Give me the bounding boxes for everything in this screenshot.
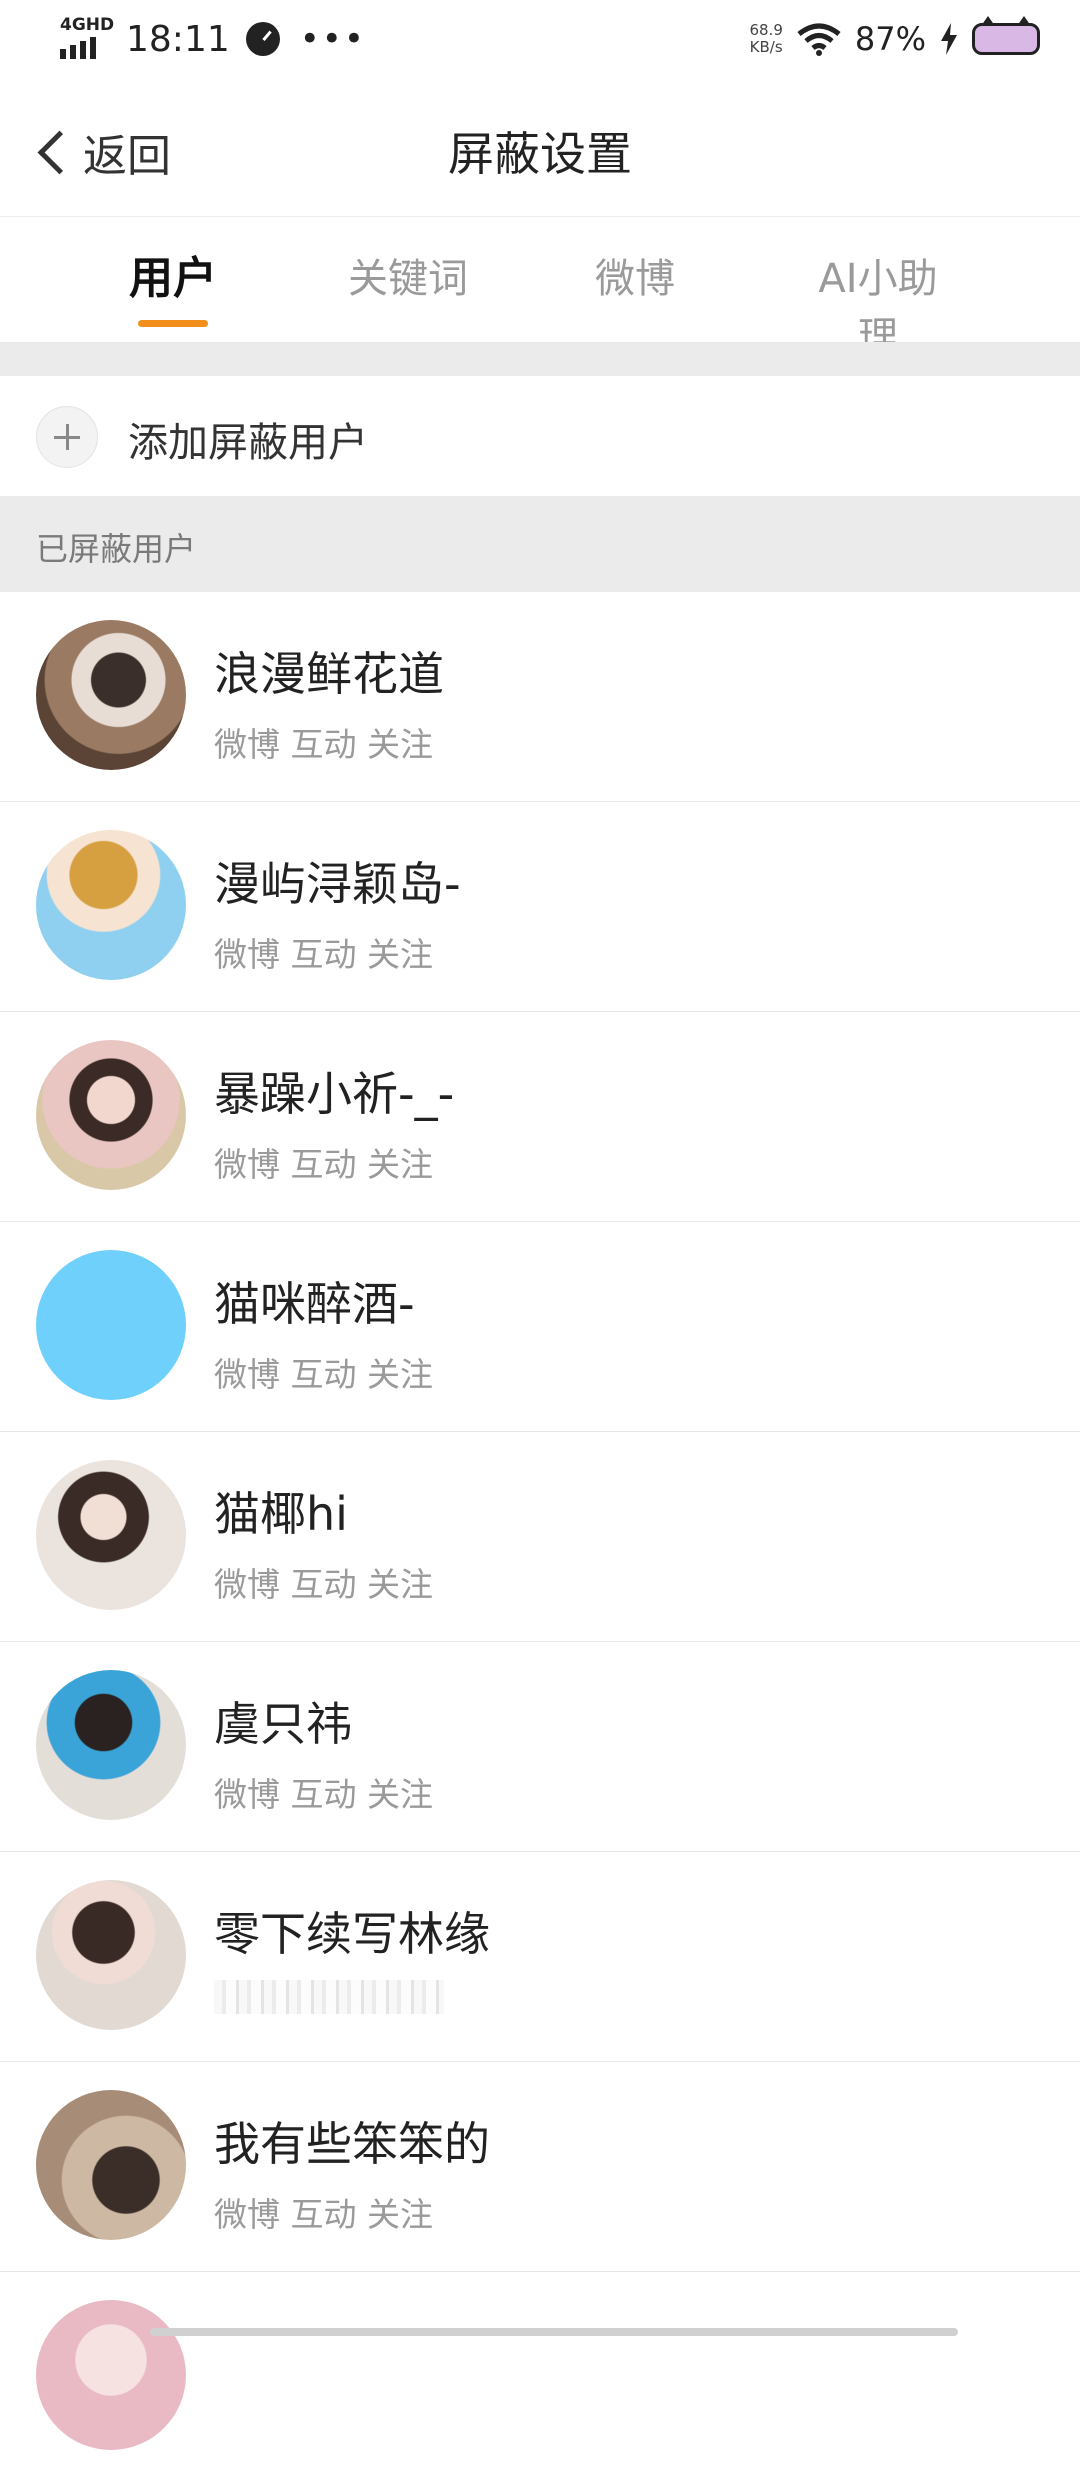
user-name: 猫椰hi: [214, 1487, 348, 1541]
blurred-text: [214, 1980, 444, 2014]
tab-users[interactable]: 用户: [128, 242, 218, 306]
list-item[interactable]: 虞只祎 微博 互动 关注: [0, 1642, 1080, 1852]
cellular-signal-icon: 4GHD: [60, 17, 114, 61]
avatar: [36, 1250, 186, 1400]
list-item[interactable]: 漫屿浔颖岛- 微博 互动 关注: [0, 802, 1080, 1012]
blocked-scope: 微博 互动 关注: [214, 2195, 433, 2234]
scrollbar[interactable]: [150, 2328, 958, 2336]
charging-bolt-icon: [941, 23, 957, 55]
avatar: [36, 830, 186, 980]
user-name: 猫咪醉酒-: [214, 1277, 415, 1331]
user-name: 浪漫鲜花道: [214, 647, 444, 701]
status-right: 68.9 KB/s 87%: [749, 14, 1040, 64]
list-item[interactable]: 暴躁小祈-_- 微博 互动 关注: [0, 1012, 1080, 1222]
page-title: 屏蔽设置: [448, 127, 632, 181]
avatar: [36, 620, 186, 770]
list-item[interactable]: 猫椰hi 微博 互动 关注: [0, 1432, 1080, 1642]
status-left: 4GHD 18:11 •••: [60, 14, 366, 64]
blocked-users-header: 已屏蔽用户: [0, 496, 1080, 592]
blocked-scope: 微博 互动 关注: [214, 1145, 433, 1184]
active-tab-indicator: [138, 320, 208, 327]
more-notifications-icon: •••: [299, 19, 366, 59]
divider-band: [0, 342, 1080, 376]
wifi-icon: [797, 23, 841, 56]
avatar: [36, 2090, 186, 2240]
blocked-scope: 微博 互动 关注: [214, 1355, 433, 1394]
battery-cat-icon: [972, 16, 1040, 55]
clock-time: 18:11: [126, 18, 230, 60]
avatar: [36, 2300, 186, 2450]
tab-bar: 用户 关键词 微博 AI小助理: [0, 216, 1080, 360]
add-blocked-user-button[interactable]: 添加屏蔽用户: [0, 376, 1080, 496]
list-item[interactable]: 猫咪醉酒- 微博 互动 关注: [0, 1222, 1080, 1432]
avatar: [36, 1040, 186, 1190]
blocked-scope: 微博 互动 关注: [214, 1565, 433, 1604]
user-name: 零下续写林缘: [214, 1907, 490, 1961]
list-item[interactable]: 零下续写林缘: [0, 1852, 1080, 2062]
app-notification-icon: [245, 22, 280, 56]
tab-weibo[interactable]: 微博: [594, 246, 676, 304]
status-bar: 4GHD 18:11 ••• 68.9 KB/s 87%: [0, 0, 1080, 80]
blocked-scope: 微博 互动 关注: [214, 725, 433, 764]
user-name: 暴躁小祈-_-: [214, 1067, 455, 1121]
list-item[interactable]: 我有些笨笨的 微博 互动 关注: [0, 2062, 1080, 2272]
list-item[interactable]: 浪漫鲜花道 微博 互动 关注: [0, 592, 1080, 802]
add-blocked-user-label: 添加屏蔽用户: [128, 420, 368, 466]
blocked-scope: 微博 互动 关注: [214, 1775, 433, 1814]
avatar: [36, 1670, 186, 1820]
avatar: [36, 1880, 186, 2030]
nav-bar: 返回 屏蔽设置: [0, 80, 1080, 217]
user-name: 我有些笨笨的: [214, 2117, 490, 2171]
avatar: [36, 1460, 186, 1610]
section-title: 已屏蔽用户: [36, 530, 197, 568]
blocked-scope: 微博 互动 关注: [214, 935, 433, 974]
plus-icon: [36, 406, 98, 468]
network-speed: 68.9 KB/s: [749, 21, 783, 56]
user-name: 漫屿浔颖岛-: [214, 857, 461, 911]
user-name: 虞只祎: [214, 1697, 352, 1751]
blocked-users-list: 浪漫鲜花道 微博 互动 关注 漫屿浔颖岛- 微博 互动 关注 暴躁小祈-_- 微…: [0, 592, 1080, 2481]
battery-level: 87%: [854, 20, 926, 58]
list-item[interactable]: [0, 2272, 1080, 2481]
tab-keywords[interactable]: 关键词: [348, 246, 468, 304]
